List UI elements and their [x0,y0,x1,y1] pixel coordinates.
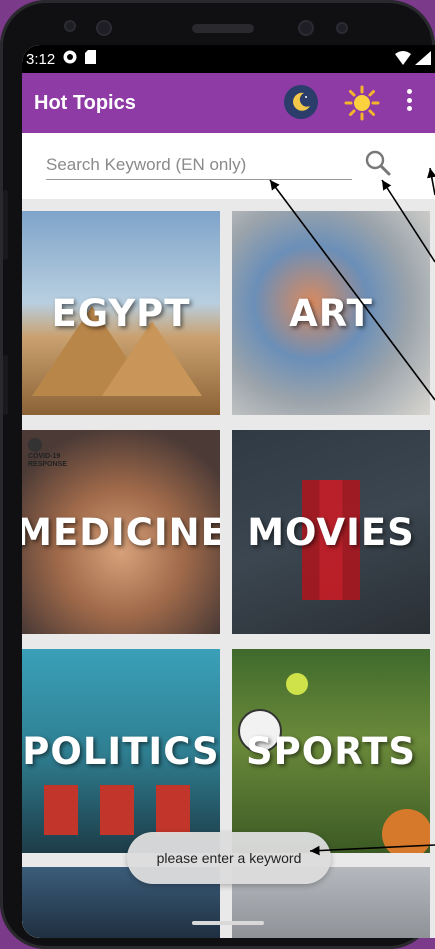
topics-grid: EGYPT ART COVID-19 RESPONSE MEDICINE MOV… [22,199,435,938]
sun-icon [344,85,380,121]
earpiece-speaker [192,24,254,33]
covid-response-badge: COVID-19 RESPONSE [28,438,67,469]
notification-icon [63,50,77,68]
app-screen: 3:12 Hot Topics Search Keyword (EN only)… [22,45,435,938]
gesture-nav-bar [192,921,264,925]
app-bar: Hot Topics [22,73,435,133]
more-vertical-icon [406,89,412,111]
front-camera [98,22,110,34]
status-time: 3:12 [26,50,56,68]
topic-label: ART [289,291,373,335]
topic-tile-art[interactable]: ART [232,211,430,415]
badge-line: COVID-19 [28,453,61,460]
badge-line: RESPONSE [28,461,67,468]
sensor-dot [66,22,74,30]
basketball-graphic [382,809,430,853]
topic-label: MEDICINE [22,510,220,554]
app-title: Hot Topics [34,91,136,114]
virus-icon [28,438,42,452]
topic-tile-medicine[interactable]: COVID-19 RESPONSE MEDICINE [22,430,220,634]
topic-tile-politics[interactable]: POLITICS [22,649,220,853]
toast-message: please enter a keyword [127,832,331,884]
volume-button [3,190,8,260]
bixby-button [3,355,8,415]
topic-label: POLITICS [22,729,220,773]
phone-frame: 3:12 Hot Topics Search Keyword (EN only)… [0,0,435,949]
podium-graphic [44,785,78,835]
topic-label: MOVIES [247,510,415,554]
topic-tile-egypt[interactable]: EGYPT [22,211,220,415]
search-icon [365,150,391,176]
podium-graphic [156,785,190,835]
topic-tile-movies[interactable]: MOVIES [232,430,430,634]
day-mode-button[interactable] [344,85,380,121]
status-bar: 3:12 [22,45,435,73]
podium-graphic [100,785,134,835]
sd-card-icon [85,50,97,68]
topic-label: EGYPT [51,291,191,335]
proximity-sensor [338,24,346,32]
tennis-ball-graphic [286,673,308,695]
wifi-icon [395,51,411,69]
topic-tile-sports[interactable]: SPORTS [232,649,430,853]
night-mode-button[interactable] [284,85,318,119]
search-button[interactable] [364,149,392,177]
overflow-menu-button[interactable] [404,89,414,117]
iris-sensor [300,22,312,34]
moon-icon [293,92,310,111]
signal-icon [415,51,431,69]
search-input[interactable] [46,151,352,180]
search-bar [22,133,435,199]
topic-label: SPORTS [246,729,416,773]
